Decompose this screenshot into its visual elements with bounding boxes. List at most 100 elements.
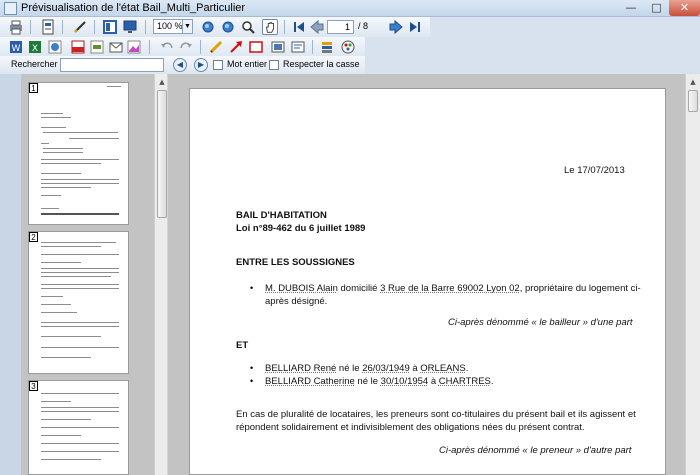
tenant-text: à — [428, 376, 439, 387]
tenant-text: . — [465, 363, 469, 374]
scrollbar-thumb[interactable] — [157, 90, 167, 218]
tenant-line: BELLIARD Catherine né le 30/10/1954 à CH… — [265, 376, 494, 387]
export-image-button[interactable] — [126, 39, 142, 55]
text-line — [41, 276, 111, 277]
landlord-line-2: après désigné. — [265, 296, 328, 307]
export-word-button[interactable]: W — [8, 39, 24, 55]
last-page-button[interactable] — [407, 19, 423, 35]
text-line — [41, 401, 71, 402]
next-page-button[interactable] — [388, 19, 404, 35]
xml-icon — [90, 40, 104, 54]
et-heading: ET — [236, 340, 249, 351]
maximize-button[interactable]: □ — [644, 0, 669, 16]
print-button[interactable] — [8, 19, 24, 35]
zoom-tool-button[interactable] — [240, 19, 256, 35]
highlight-pen-button[interactable] — [208, 39, 224, 55]
first-page-button[interactable] — [291, 19, 307, 35]
text-line — [41, 312, 77, 313]
export-pdf-button[interactable] — [70, 39, 86, 55]
mail-icon — [109, 42, 123, 53]
text-line — [41, 304, 71, 305]
close-button[interactable]: ✕ — [669, 0, 700, 16]
export-html-button[interactable] — [47, 39, 63, 55]
page-thumbnail[interactable]: 3 — [28, 380, 129, 475]
text-line — [41, 143, 49, 144]
rectangle-annotation-button[interactable] — [248, 39, 264, 55]
match-case-checkbox[interactable] — [269, 60, 279, 70]
text-line — [41, 183, 119, 184]
whole-word-checkbox[interactable] — [213, 60, 223, 70]
word-icon: W — [10, 41, 22, 54]
document-title: BAIL D'HABITATION — [236, 210, 327, 221]
text-line — [43, 132, 118, 133]
page-thumbnail[interactable]: 2 — [28, 231, 129, 374]
layers-button[interactable] — [319, 39, 335, 55]
preview-scrollbar[interactable]: ▲ — [685, 74, 700, 475]
redo-icon — [180, 42, 192, 49]
text-line — [41, 336, 101, 337]
thumbnails-scrollbar[interactable]: ▲ — [154, 74, 167, 475]
text-line — [41, 284, 119, 285]
text-line — [41, 357, 91, 358]
text-line — [41, 159, 119, 160]
rectangle-icon — [249, 41, 263, 53]
scrollbar-thumb[interactable] — [688, 90, 698, 112]
edit-button[interactable] — [72, 19, 88, 35]
multi-page-button[interactable] — [122, 19, 138, 35]
previous-page-button[interactable] — [309, 19, 325, 35]
picture-icon — [271, 41, 285, 53]
separator — [312, 40, 313, 54]
email-button[interactable] — [108, 39, 124, 55]
text-line — [41, 451, 119, 452]
thumbnail-number: 2 — [29, 232, 38, 242]
text-line — [41, 117, 71, 118]
app-icon — [4, 2, 17, 15]
text-line — [41, 163, 101, 164]
page-thumbnail[interactable]: 1 — [28, 82, 129, 225]
undo-button[interactable] — [159, 39, 175, 55]
text-annotation-button[interactable] — [290, 39, 306, 55]
magnifier-icon — [242, 21, 255, 34]
search-input[interactable] — [60, 58, 164, 72]
redo-button[interactable] — [178, 39, 194, 55]
excel-icon: X — [29, 41, 41, 54]
landlord-line: M. DUBOIS Alain domicilié 3 Rue de la Ba… — [265, 283, 641, 294]
monitor-icon — [123, 20, 137, 33]
tenant-text: né le — [336, 363, 363, 374]
hand-icon — [265, 22, 274, 33]
arrow-annotation-button[interactable] — [228, 39, 244, 55]
tenant-line: BELLIARD René né le 26/03/1949 à ORLEANS… — [265, 363, 468, 374]
text-line — [41, 195, 61, 196]
tenant-text: . — [490, 376, 494, 387]
scroll-up-icon[interactable]: ▲ — [687, 76, 699, 89]
zoom-in-button[interactable] — [200, 19, 216, 35]
text-line — [41, 411, 119, 412]
color-button[interactable] — [340, 39, 356, 55]
minimize-button[interactable]: — — [618, 0, 644, 16]
separator — [145, 20, 146, 34]
export-excel-button[interactable]: X — [27, 39, 43, 55]
chevron-down-icon[interactable]: ▼ — [182, 20, 192, 33]
search-previous-button[interactable]: ◀ — [173, 58, 187, 72]
separator — [30, 20, 31, 34]
tenant-birthplace: CHARTRES — [438, 376, 491, 387]
image-export-icon — [127, 40, 141, 54]
search-next-button[interactable]: ▶ — [194, 58, 208, 72]
export-xml-button[interactable] — [89, 39, 105, 55]
zoom-dropdown[interactable]: 100 % ▼ — [153, 19, 193, 34]
window-title: Prévisualisation de l'état Bail_Multi_Pa… — [21, 2, 246, 14]
pan-tool-button[interactable] — [262, 19, 278, 35]
image-annotation-button[interactable] — [270, 39, 286, 55]
arrow-right-icon: ▶ — [197, 60, 205, 69]
pencil-icon — [74, 21, 86, 33]
page-number-input[interactable]: 1 — [327, 20, 354, 34]
scroll-up-icon[interactable]: ▲ — [156, 76, 168, 89]
text-line — [41, 407, 119, 408]
search-label: Rechercher : — [11, 59, 63, 69]
single-page-button[interactable] — [102, 19, 118, 35]
zoom-out-button[interactable] — [220, 19, 236, 35]
last-page-icon — [410, 22, 420, 32]
page-setup-button[interactable] — [40, 19, 56, 35]
page-setup-icon — [42, 19, 54, 35]
text-line — [41, 459, 101, 460]
